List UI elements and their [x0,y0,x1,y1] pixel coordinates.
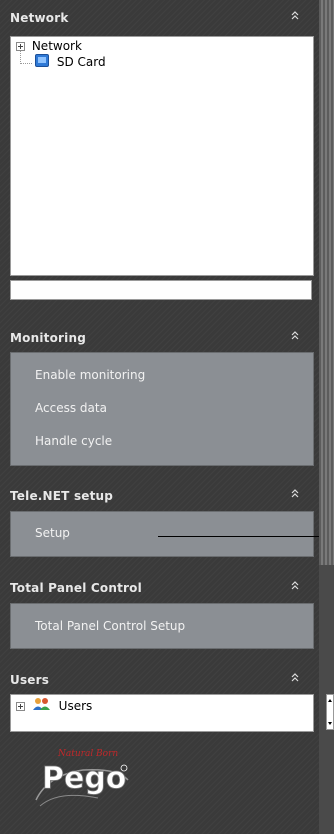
tree-node-label: Network [31,39,82,53]
users-tree[interactable]: Users [10,694,314,732]
tree-node-users[interactable]: Users [16,697,92,713]
expand-icon[interactable] [16,701,25,711]
monitoring-menu: Enable monitoring Access data Handle cyc… [10,352,314,466]
users-icon [32,697,52,715]
sd-card-icon [35,54,49,71]
telenet-title: Tele.NET setup [10,489,114,503]
tree-node-label: Users [58,698,93,713]
collapse-chevron-icon[interactable] [290,487,300,501]
collapse-chevron-icon[interactable] [290,671,300,685]
menu-item-total-panel-control-setup[interactable]: Total Panel Control Setup [35,619,185,633]
telenet-menu: Setup [10,511,314,557]
users-list-scrollbar[interactable] [326,694,334,730]
collapse-chevron-icon[interactable] [290,329,300,343]
users-header[interactable]: Users [10,670,312,690]
monitoring-header[interactable]: Monitoring [10,328,312,348]
monitoring-title: Monitoring [10,331,86,345]
menu-item-enable-monitoring[interactable]: Enable monitoring [35,368,145,382]
network-header[interactable]: Network [10,8,312,28]
menu-item-handle-cycle[interactable]: Handle cycle [35,434,112,448]
network-search-input[interactable] [10,280,312,300]
tree-node-network[interactable]: Network [16,38,82,54]
tpc-header[interactable]: Total Panel Control [10,578,312,598]
menu-item-setup[interactable]: Setup [35,526,70,540]
tree-node-label: SD Card [56,55,106,69]
expand-icon[interactable] [16,42,25,51]
logo-tagline: Natural Born [57,749,118,759]
menu-item-access-data[interactable]: Access data [35,401,107,415]
tree-connector [20,63,32,65]
users-title: Users [10,673,50,687]
pego-logo: Natural Born Pego [28,740,138,818]
pointer-line [158,536,334,537]
collapse-chevron-icon[interactable] [290,9,300,23]
tree-node-sd-card[interactable]: SD Card [35,54,106,70]
tpc-title: Total Panel Control [10,581,142,595]
telenet-header[interactable]: Tele.NET setup [10,486,312,506]
svg-text:Pego: Pego [42,761,126,796]
network-tree[interactable]: Network SD Card [10,36,314,276]
scrollbar-grip [319,0,334,565]
network-title: Network [10,11,69,25]
collapse-chevron-icon[interactable] [290,579,300,593]
tpc-menu: Total Panel Control Setup [10,603,314,649]
